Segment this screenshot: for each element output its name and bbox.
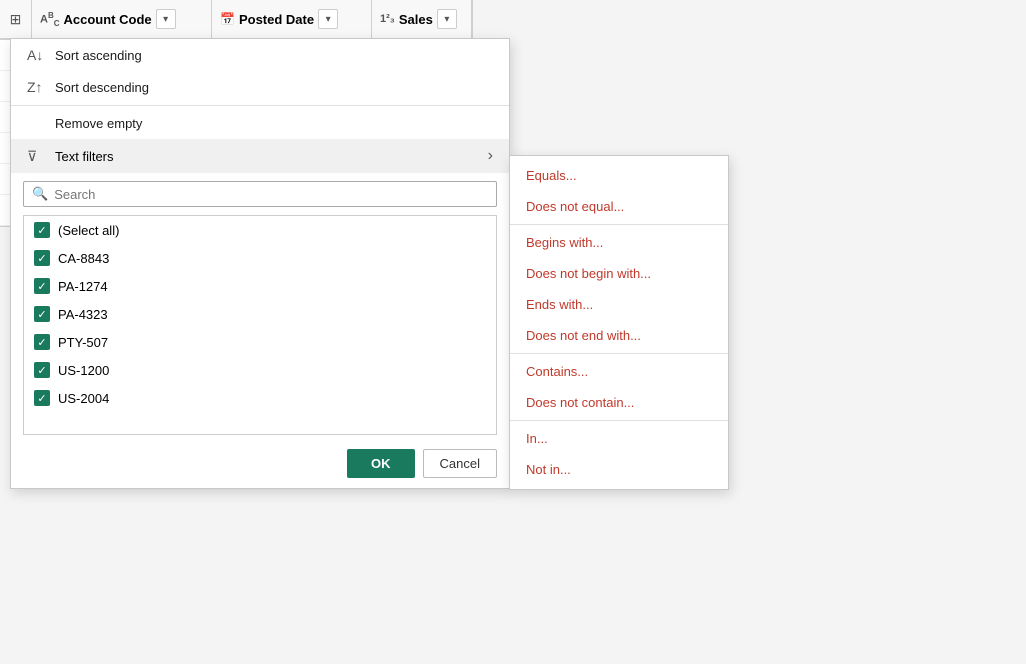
checkbox-pa-1274[interactable]: PA-1274 (24, 272, 496, 300)
sort-ascending-icon: A↓ (27, 47, 47, 63)
sort-ascending-label: Sort ascending (55, 48, 142, 63)
checkbox-pa-4323-checked (34, 306, 50, 322)
sort-descending-icon: Z↑ (27, 79, 47, 95)
search-input[interactable] (54, 187, 488, 202)
remove-empty-label: Remove empty (55, 116, 142, 131)
filter-checkbox-list[interactable]: (Select all) CA-8843 PA-1274 PA-4323 PTY… (23, 215, 497, 435)
filter-icon: ⊽ (27, 148, 47, 165)
number-type-icon: 1²₃ (380, 13, 395, 25)
submenu-does-not-equal[interactable]: Does not equal... (510, 191, 728, 222)
checkbox-select-all[interactable]: (Select all) (24, 216, 496, 244)
submenu-divider-3 (510, 420, 728, 421)
text-filters-left: ⊽ Text filters (27, 148, 114, 165)
submenu-equals[interactable]: Equals... (510, 160, 728, 191)
column-filter-dropdown: A↓ Sort ascending Z↑ Sort descending Rem… (10, 38, 510, 489)
ok-button[interactable]: OK (347, 449, 415, 478)
checkbox-ca-8843-label: CA-8843 (58, 251, 109, 266)
text-filters-label: Text filters (55, 149, 114, 164)
checkbox-pa-4323[interactable]: PA-4323 (24, 300, 496, 328)
sales-column-header[interactable]: 1²₃ Sales ▾ (372, 0, 472, 38)
sort-descending-label: Sort descending (55, 80, 149, 95)
checkbox-us-1200-checked (34, 362, 50, 378)
checkbox-pa-4323-label: PA-4323 (58, 307, 108, 322)
date-type-icon: 📅 (220, 12, 235, 26)
grid-icon: ⊞ (10, 11, 22, 28)
posted-date-label: Posted Date (239, 12, 314, 27)
submenu-does-not-begin-with[interactable]: Does not begin with... (510, 258, 728, 289)
divider-1 (11, 105, 509, 106)
checkbox-us-2004-label: US-2004 (58, 391, 109, 406)
dropdown-footer: OK Cancel (11, 439, 509, 488)
sales-label: Sales (399, 12, 433, 27)
account-code-column-header[interactable]: ABC Account Code ▾ (32, 0, 212, 38)
sort-ascending-item[interactable]: A↓ Sort ascending (11, 39, 509, 71)
posted-date-dropdown-button[interactable]: ▾ (318, 9, 338, 29)
text-filters-submenu: Equals... Does not equal... Begins with.… (509, 155, 729, 490)
table-header-row: ⊞ ABC Account Code ▾ 📅 Posted Date ▾ 1²₃… (0, 0, 472, 40)
checkbox-us-1200-label: US-1200 (58, 363, 109, 378)
submenu-ends-with[interactable]: Ends with... (510, 289, 728, 320)
checkbox-pa-1274-label: PA-1274 (58, 279, 108, 294)
checkbox-ca-8843[interactable]: CA-8843 (24, 244, 496, 272)
checkbox-us-2004-checked (34, 390, 50, 406)
posted-date-column-header[interactable]: 📅 Posted Date ▾ (212, 0, 372, 38)
submenu-not-in[interactable]: Not in... (510, 454, 728, 485)
checkbox-pa-1274-checked (34, 278, 50, 294)
text-filters-item[interactable]: ⊽ Text filters › (11, 139, 509, 173)
checkbox-us-2004[interactable]: US-2004 (24, 384, 496, 412)
submenu-divider-2 (510, 353, 728, 354)
cancel-button[interactable]: Cancel (423, 449, 497, 478)
checkbox-pty-507[interactable]: PTY-507 (24, 328, 496, 356)
checkbox-pty-507-checked (34, 334, 50, 350)
remove-empty-item[interactable]: Remove empty (11, 108, 509, 139)
submenu-contains[interactable]: Contains... (510, 356, 728, 387)
search-box[interactable]: 🔍 (23, 181, 497, 207)
sales-dropdown-button[interactable]: ▾ (437, 9, 457, 29)
submenu-does-not-contain[interactable]: Does not contain... (510, 387, 728, 418)
submenu-in[interactable]: In... (510, 423, 728, 454)
sort-descending-item[interactable]: Z↑ Sort descending (11, 71, 509, 103)
chevron-right-icon: › (488, 147, 493, 165)
search-icon: 🔍 (32, 186, 48, 202)
checkbox-pty-507-label: PTY-507 (58, 335, 108, 350)
checkbox-select-all-label: (Select all) (58, 223, 119, 238)
text-type-icon: ABC (40, 11, 60, 28)
checkbox-ca-8843-checked (34, 250, 50, 266)
checkbox-us-1200[interactable]: US-1200 (24, 356, 496, 384)
checkbox-select-all-checked (34, 222, 50, 238)
row-number-header: ⊞ (0, 0, 32, 38)
submenu-does-not-end-with[interactable]: Does not end with... (510, 320, 728, 351)
submenu-begins-with[interactable]: Begins with... (510, 227, 728, 258)
account-code-label: Account Code (64, 12, 152, 27)
submenu-divider-1 (510, 224, 728, 225)
account-code-dropdown-button[interactable]: ▾ (156, 9, 176, 29)
